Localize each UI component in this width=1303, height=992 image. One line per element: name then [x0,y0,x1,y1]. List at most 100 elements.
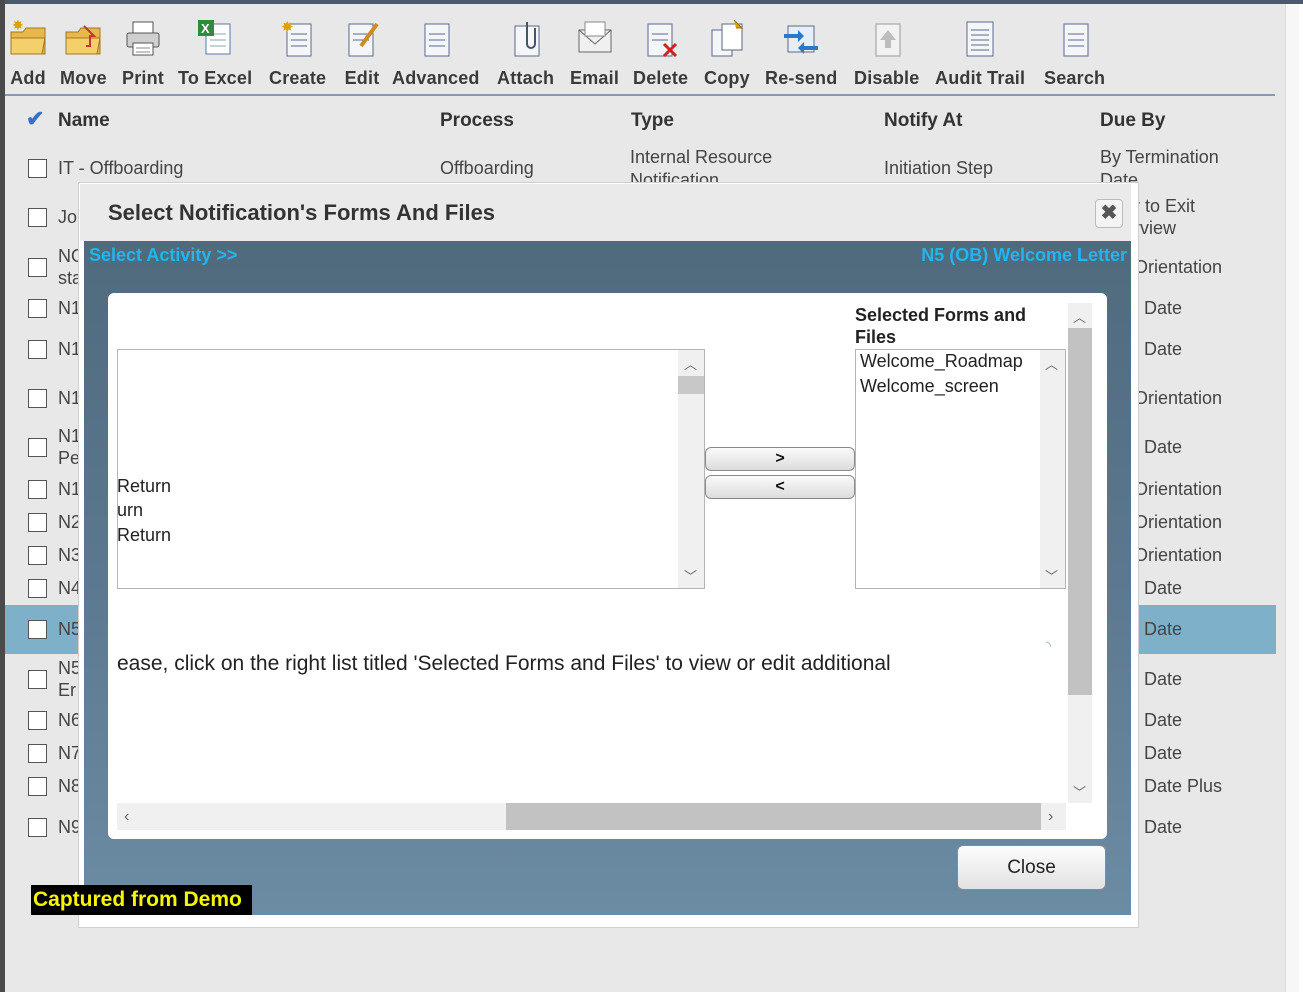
available-list-scroll-thumb[interactable] [678,376,704,394]
row-checkbox[interactable] [28,777,47,796]
column-header-name[interactable]: Name [58,110,110,132]
chevron-down-icon[interactable]: ﹀ [1045,566,1058,585]
svg-text:✸: ✸ [12,18,24,33]
row-due-by: : Date [1134,339,1183,359]
row-due-by: By Termination [1100,147,1219,167]
close-icon[interactable]: ✖ [1095,199,1123,228]
row-due-by: : Date [1134,817,1183,837]
chevron-down-icon[interactable]: ﹀ [1073,782,1086,801]
row-due-by: : Date [1134,743,1183,763]
remove-selected-button[interactable]: < [705,475,855,499]
to-excel-button[interactable]: X To Excel [178,18,252,94]
chevron-left-icon[interactable]: ‹ [124,808,129,826]
dialog-title: Select Notification's Forms And Files [108,200,496,225]
printer-icon [124,18,162,58]
audit-trail-button[interactable]: Audit Trail [935,18,1025,94]
add-selected-button[interactable]: > [705,447,855,471]
column-header-type[interactable]: Type [631,110,674,132]
delete-doc-icon [642,18,680,58]
envelope-icon [576,18,614,58]
row-checkbox[interactable] [28,208,47,227]
row-checkbox[interactable] [28,711,47,730]
copy-doc-icon [708,18,746,58]
selected-item[interactable]: Welcome_Roadmap [860,351,1023,372]
row-name-line2: Pe [58,448,81,468]
row-checkbox[interactable] [28,438,47,457]
available-forms-list[interactable] [117,349,705,589]
select-activity-link[interactable]: Select Activity >> [89,245,237,266]
re-send-button[interactable]: Re-send [765,18,837,94]
disable-icon [868,18,906,58]
delete-button[interactable]: Delete [633,18,688,94]
row-name: IT - Offboarding [58,158,184,178]
row-checkbox[interactable] [28,480,47,499]
row-checkbox[interactable] [28,546,47,565]
row-notify-at: Initiation Step [884,158,994,178]
row-checkbox[interactable] [28,513,47,532]
available-item[interactable]: Return [117,476,171,497]
row-checkbox[interactable] [28,744,47,763]
row-due-by: Orientation [1134,545,1223,565]
row-checkbox[interactable] [28,159,47,178]
paperclip-icon [507,18,545,58]
chevron-down-icon[interactable]: ﹀ [684,566,697,585]
row-name-line2: Er [58,680,76,700]
column-header-process[interactable]: Process [440,110,514,132]
row-checkbox[interactable] [28,299,47,318]
search-doc-icon [1056,18,1094,58]
row-checkbox[interactable] [28,670,47,689]
chevron-up-icon[interactable]: ︿ [1073,307,1086,326]
selected-list-scrollbar[interactable] [1040,350,1065,588]
row-due-by: r to Exit [1134,196,1196,216]
column-header-notify-at[interactable]: Notify At [884,110,962,132]
row-due-by: : Date [1134,298,1183,318]
create-button[interactable]: ✸ Create [269,18,326,94]
activity-name: N5 (OB) Welcome Letter [921,245,1127,265]
row-type-line2: Notification [630,170,720,182]
chevron-up-icon[interactable]: ︿ [684,354,697,373]
row-checkbox[interactable] [28,340,47,359]
row-due-by: : Date [1134,669,1183,689]
move-button[interactable]: Move [60,18,107,94]
row-due-by: Orientation [1134,512,1223,532]
row-type: Internal Resource [630,147,773,167]
window-left-border [0,0,5,992]
advanced-doc-icon [417,18,455,58]
toolbar: ✸ Add Move Print X To Excel ✸ Create Edi… [5,8,1275,96]
row-checkbox[interactable] [28,258,47,277]
panel-horizontal-scroll-thumb[interactable] [506,803,1041,830]
row-due-by: Orientation [1134,257,1223,277]
copy-button[interactable]: Copy [704,18,750,94]
print-button[interactable]: Print [122,18,164,94]
audit-trail-icon [961,18,999,58]
available-item[interactable]: Return [117,525,171,546]
row-due-by: : Date [1134,710,1183,730]
selected-item[interactable]: Welcome_screen [860,376,999,397]
search-button[interactable]: Search [1044,18,1105,94]
add-button[interactable]: ✸ Add [9,17,47,94]
available-item[interactable]: urn [117,500,143,521]
page-scrollbar[interactable] [1285,4,1299,992]
panel-vertical-scroll-thumb[interactable] [1068,328,1092,695]
email-button[interactable]: Email [570,18,619,94]
row-process: Offboarding [440,158,534,178]
svg-text:✸: ✸ [281,19,294,36]
loading-icon: ◝ [1046,638,1052,653]
chevron-right-icon[interactable]: › [1048,808,1053,826]
row-checkbox[interactable] [28,579,47,598]
edit-button[interactable]: Edit [343,18,381,94]
close-button[interactable]: Close [957,845,1106,890]
create-doc-icon: ✸ [279,18,317,58]
attach-button[interactable]: Attach [497,18,554,94]
row-checkbox[interactable] [28,620,47,639]
edit-doc-icon [343,18,381,58]
advanced-button[interactable]: Advanced [392,18,480,94]
row-checkbox[interactable] [28,818,47,837]
column-header-due-by[interactable]: Due By [1100,110,1165,132]
row-name: Jo [58,207,78,227]
folder-move-icon [64,18,102,58]
chevron-up-icon[interactable]: ︿ [1045,354,1058,373]
row-checkbox[interactable] [28,389,47,408]
disable-button[interactable]: Disable [854,18,919,94]
select-all-check[interactable]: ✔ [26,106,44,132]
